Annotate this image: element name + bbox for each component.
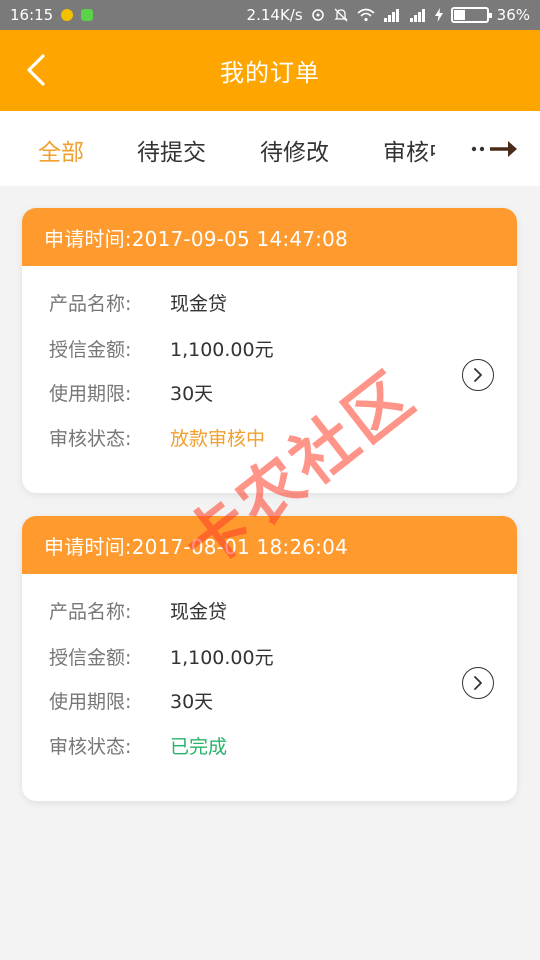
product-value: 现金贷 <box>170 601 228 623</box>
signal-icon <box>383 8 401 22</box>
page-title: 我的订单 <box>220 59 320 87</box>
battery-level <box>453 10 466 20</box>
order-card[interactable]: 申请时间:2017-08-01 18:26:04 产品名称: 现金贷 授信金额:… <box>22 516 517 801</box>
amount-label: 授信金额: <box>49 647 132 669</box>
status-label: 审核状态: <box>49 736 132 758</box>
chevron-left-icon <box>27 54 45 86</box>
order-apply-time: 申请时间:2017-08-01 18:26:04 <box>22 516 517 574</box>
battery-icon <box>450 7 492 23</box>
status-row: 审核状态: 放款审核中 <box>49 424 265 451</box>
term-label: 使用期限: <box>49 383 132 405</box>
product-row: 产品名称: 现金贷 <box>49 289 227 316</box>
order-tabs: 全部 待提交 待修改 审核中 <box>0 111 540 186</box>
status-time: 16:15 <box>10 6 54 24</box>
amount-label: 授信金额: <box>49 339 132 361</box>
status-label: 审核状态: <box>49 428 132 450</box>
term-label: 使用期限: <box>49 691 132 713</box>
chevron-right-icon <box>474 676 482 690</box>
amount-value: 1,100.00元 <box>170 647 274 669</box>
tab-under-review[interactable]: 审核中 <box>383 133 435 167</box>
app-header: 我的订单 <box>0 30 540 111</box>
term-value: 30天 <box>170 691 214 713</box>
product-value: 现金贷 <box>170 293 228 315</box>
term-row: 使用期限: 30天 <box>49 379 213 406</box>
signal-icon-2 <box>409 8 427 22</box>
tabs-more-button[interactable] <box>470 137 520 161</box>
product-label: 产品名称: <box>49 293 132 315</box>
wifi-icon <box>357 8 375 22</box>
chevron-right-icon <box>474 368 482 382</box>
hotspot-icon <box>311 8 325 22</box>
order-detail-button[interactable] <box>462 359 494 391</box>
network-speed: 2.14K/s <box>246 6 303 24</box>
term-row: 使用期限: 30天 <box>49 687 213 714</box>
battery-percent: 36% <box>496 6 530 24</box>
order-detail-button[interactable] <box>462 667 494 699</box>
status-value: 已完成 <box>170 736 228 758</box>
tab-pending-submit[interactable]: 待提交 <box>137 133 206 167</box>
amount-row: 授信金额: 1,100.00元 <box>49 643 274 670</box>
product-row: 产品名称: 现金贷 <box>49 597 227 624</box>
order-apply-time: 申请时间:2017-09-05 14:47:08 <box>22 208 517 266</box>
notification-icon <box>61 9 74 21</box>
charging-icon <box>434 8 443 22</box>
back-button[interactable] <box>16 48 56 92</box>
term-value: 30天 <box>170 383 214 405</box>
mute-icon <box>333 7 349 23</box>
app-notification-icon <box>81 9 94 21</box>
product-label: 产品名称: <box>49 601 132 623</box>
tab-all[interactable]: 全部 <box>38 133 84 167</box>
status-row: 审核状态: 已完成 <box>49 732 227 759</box>
dots-arrow-right-icon <box>471 141 517 157</box>
amount-row: 授信金额: 1,100.00元 <box>49 335 274 362</box>
tab-pending-revise[interactable]: 待修改 <box>260 133 329 167</box>
status-value: 放款审核中 <box>170 428 266 450</box>
order-card[interactable]: 申请时间:2017-09-05 14:47:08 产品名称: 现金贷 授信金额:… <box>22 208 517 493</box>
status-bar: 16:15 2.14K/s 36% <box>0 0 540 30</box>
amount-value: 1,100.00元 <box>170 339 274 361</box>
